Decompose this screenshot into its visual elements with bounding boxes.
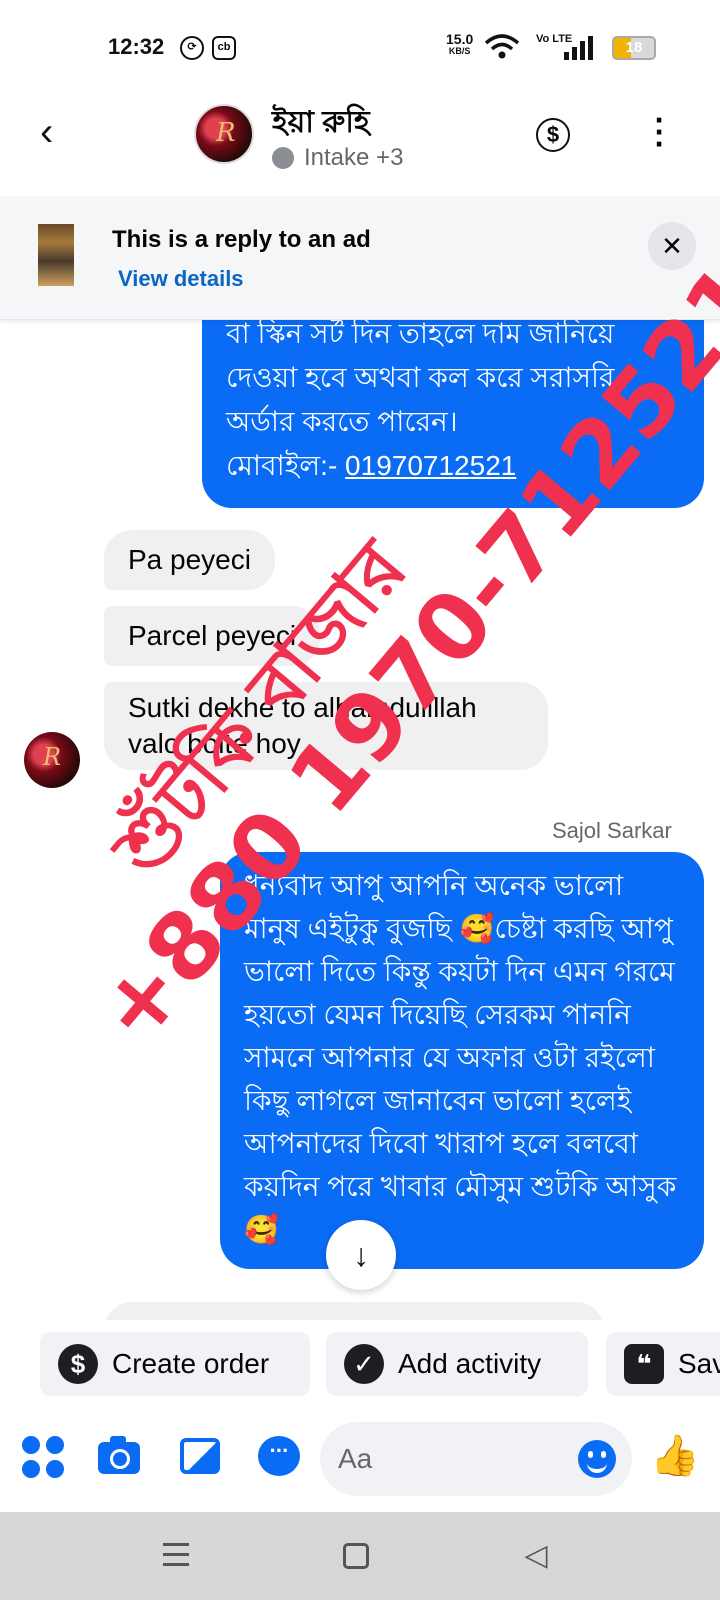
scroll-down-button[interactable]: ↓: [326, 1220, 396, 1290]
ad-reply-banner: This is a reply to an ad View details ✕: [0, 196, 720, 320]
more-options-icon[interactable]: · · ·: [648, 104, 672, 160]
message-list[interactable]: বা স্কিন সর্ট দিন তাহলে দাম জানিয়ে দেওয…: [0, 320, 720, 1320]
message-line: দেওয়া হবে অথবা কল করে সরাসরি: [226, 362, 615, 393]
chip-label: Add activity: [398, 1348, 542, 1379]
dollar-icon: $: [58, 1344, 98, 1384]
cb-icon: cb: [212, 36, 236, 60]
message-composer: ··· Aa 👍: [0, 1408, 720, 1508]
contact-avatar[interactable]: [194, 104, 254, 164]
ad-banner-title: This is a reply to an ad: [112, 226, 371, 253]
presence-dot: [272, 147, 294, 169]
view-details-link[interactable]: View details: [118, 266, 244, 292]
chat-bubble-icon[interactable]: ···: [258, 1434, 302, 1478]
incoming-message[interactable]: Parcel peyeci: [104, 606, 321, 666]
incoming-message-partial[interactable]: [104, 1302, 604, 1320]
gallery-icon[interactable]: [180, 1434, 224, 1478]
wifi-icon: [484, 34, 520, 59]
close-icon[interactable]: ✕: [648, 222, 696, 270]
speech-bubbles-icon: ❝: [624, 1344, 664, 1384]
message-line: মোবাইল:- 01970712521: [226, 444, 680, 488]
back-button[interactable]: ‹: [40, 112, 80, 154]
incoming-message[interactable]: Pa peyeci: [104, 530, 275, 590]
thumbs-up-icon[interactable]: 👍: [650, 1434, 700, 1478]
signal-icon: [564, 36, 593, 60]
create-order-button[interactable]: $ Create order: [40, 1332, 310, 1396]
message-input[interactable]: Aa: [320, 1422, 632, 1496]
phone-label: মোবাইল:-: [226, 450, 346, 481]
outgoing-message[interactable]: ধন্যবাদ আপু আপনি অনেক ভালো মানুষ এইটুকু …: [220, 852, 704, 1269]
speed-unit: KB/S: [448, 46, 471, 56]
message-line: অর্ডার করতে পারেন।: [226, 406, 458, 437]
quick-actions: $ Create order ✓ Add activity ❝ Saved: [0, 1320, 720, 1400]
add-activity-button[interactable]: ✓ Add activity: [326, 1332, 588, 1396]
apps-icon[interactable]: [20, 1434, 64, 1478]
chip-label: Saved: [678, 1348, 720, 1379]
message-placeholder: Aa: [338, 1443, 373, 1474]
system-navigation: ◁: [0, 1512, 720, 1600]
payment-icon[interactable]: $: [536, 118, 570, 152]
check-icon: ✓: [344, 1344, 384, 1384]
emoji-icon[interactable]: [578, 1440, 616, 1478]
sync-icon: ⟳: [180, 36, 204, 60]
conversation-header: ‹ ইয়া রুহি Intake +3 $ ···: [0, 96, 720, 196]
status-bar: 12:32 ⟳ cb 15.0 KB/S Vo LTE 18: [0, 0, 720, 96]
camera-icon[interactable]: [98, 1434, 142, 1478]
presence-status[interactable]: Intake +3: [272, 144, 403, 172]
presence-label: Intake +3: [304, 144, 404, 171]
phone-link[interactable]: 01970712521: [345, 450, 516, 481]
recent-apps-icon[interactable]: [156, 1536, 196, 1576]
clock: 12:32: [108, 34, 165, 59]
incoming-message[interactable]: Sutki dekhe to alhamdulillah valo bolte …: [104, 682, 548, 770]
sender-name: Sajol Sarkar: [552, 818, 672, 843]
sender-avatar[interactable]: [24, 732, 80, 788]
contact-name[interactable]: ইয়া রুহি: [272, 98, 370, 149]
network-speed: 15.0 KB/S: [446, 32, 473, 57]
battery-icon: 18: [612, 36, 656, 60]
ad-thumbnail[interactable]: [38, 224, 74, 286]
saved-replies-button[interactable]: ❝ Saved: [606, 1332, 720, 1396]
message-line: বা স্কিন সর্ট দিন তাহলে দাম জানিয়ে: [226, 320, 615, 349]
outgoing-message[interactable]: বা স্কিন সর্ট দিন তাহলে দাম জানিয়ে দেওয…: [202, 320, 704, 508]
home-icon[interactable]: [336, 1536, 376, 1576]
chip-label: Create order: [112, 1348, 270, 1379]
back-triangle-icon[interactable]: ◁: [516, 1536, 556, 1576]
